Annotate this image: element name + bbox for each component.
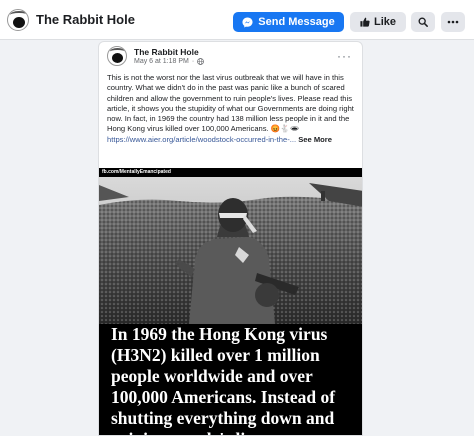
- send-message-label: Send Message: [258, 16, 335, 28]
- globe-icon: [197, 58, 205, 65]
- post-more-dots-icon[interactable]: ···: [337, 49, 352, 63]
- post-date[interactable]: May 6 at 1:18 PM: [134, 58, 189, 65]
- image-caption: In 1969 the Hong Kong virus (H3N2) kille…: [111, 324, 336, 435]
- more-icon: [447, 20, 459, 24]
- post-image[interactable]: fb.com/MentallyEmancipated In 1969 the H…: [99, 168, 362, 435]
- thumbs-up-icon: [360, 17, 370, 27]
- post-meta: May 6 at 1:18 PM ·: [134, 58, 205, 65]
- post-author-name[interactable]: The Rabbit Hole: [134, 47, 199, 57]
- image-watermark: fb.com/MentallyEmancipated: [102, 169, 171, 175]
- send-message-button[interactable]: Send Message: [233, 12, 344, 32]
- search-icon: [418, 17, 428, 27]
- like-label: Like: [373, 16, 396, 28]
- page-name[interactable]: The Rabbit Hole: [36, 12, 135, 27]
- woodstock-crowd-photo: [99, 177, 362, 324]
- rabbit-hole-logo-icon[interactable]: [7, 9, 29, 31]
- see-more-link[interactable]: See More: [298, 135, 332, 144]
- post-body: This is not the worst nor the last virus…: [107, 73, 357, 145]
- post-card: The Rabbit Hole May 6 at 1:18 PM · ··· T…: [98, 41, 363, 436]
- messenger-icon: [242, 16, 253, 28]
- post-body-text: This is not the worst nor the last virus…: [107, 73, 354, 134]
- search-button[interactable]: [411, 12, 435, 32]
- article-link[interactable]: https://www.aier.org/article/woodstock-o…: [107, 135, 296, 144]
- post-author-avatar[interactable]: [107, 46, 127, 66]
- page-header: The Rabbit Hole Send Message Like: [0, 0, 474, 40]
- like-button[interactable]: Like: [350, 12, 406, 32]
- meta-separator: ·: [191, 58, 195, 65]
- more-options-button[interactable]: [441, 12, 465, 32]
